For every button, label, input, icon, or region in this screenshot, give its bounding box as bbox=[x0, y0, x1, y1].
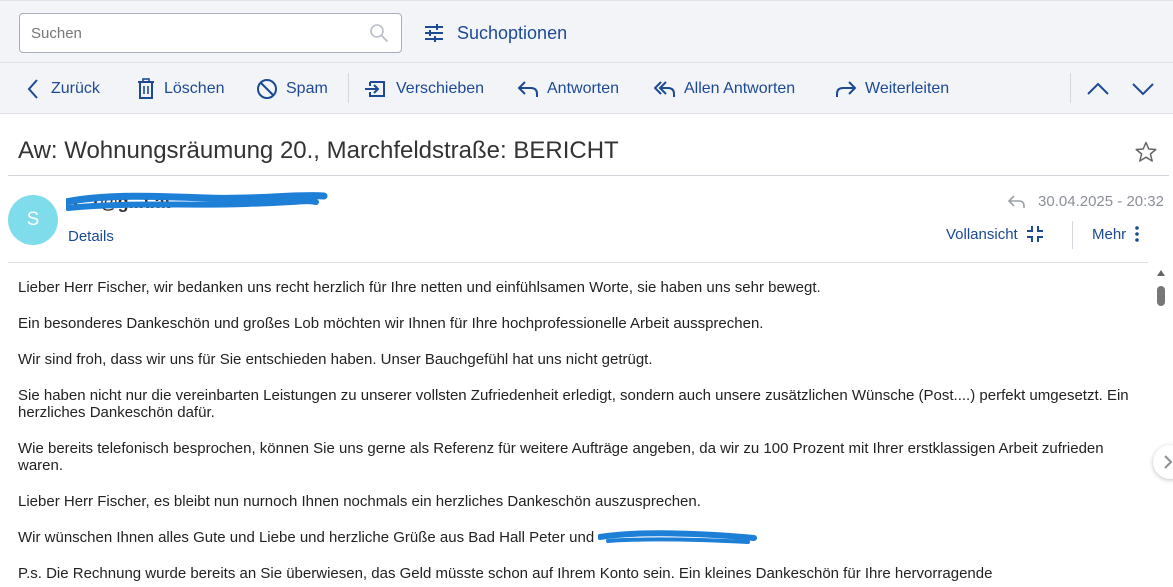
body-paragraph: P.s. Die Rechnung wurde bereits an Sie ü… bbox=[18, 565, 993, 582]
reply-all-icon bbox=[654, 81, 675, 97]
more-button[interactable]: Mehr bbox=[1092, 225, 1140, 243]
move-to-folder-icon bbox=[365, 81, 385, 97]
sender-address[interactable]: s...r@g...t.at bbox=[66, 192, 328, 213]
chevron-right-icon bbox=[1164, 455, 1173, 469]
body-paragraph: Ein besonderes Dankeschön und großes Lob… bbox=[18, 315, 764, 332]
chevron-down-icon bbox=[1132, 83, 1154, 96]
reply-button[interactable]: Antworten bbox=[517, 77, 619, 101]
next-message-button[interactable] bbox=[1130, 76, 1156, 102]
back-button[interactable]: Zurück bbox=[25, 77, 100, 101]
details-link[interactable]: Details bbox=[68, 228, 114, 245]
reply-label: Antworten bbox=[547, 80, 620, 97]
kebab-menu-icon bbox=[1135, 226, 1139, 242]
move-label: Verschieben bbox=[396, 80, 485, 97]
search-box[interactable] bbox=[19, 13, 402, 53]
replied-icon bbox=[1008, 194, 1025, 208]
chevron-up-icon bbox=[1087, 82, 1109, 95]
message-body: Lieber Herr Fischer, wir bedanken uns re… bbox=[18, 279, 1143, 587]
chevron-left-icon bbox=[27, 79, 38, 99]
forward-button[interactable]: Weiterleiten bbox=[835, 77, 949, 101]
redaction-mark bbox=[598, 530, 758, 544]
signature-text: Wir wünschen Ihnen alles Gute und Liebe … bbox=[18, 529, 595, 546]
spam-label: Spam bbox=[286, 80, 328, 97]
scroll-up-arrow[interactable] bbox=[1157, 270, 1165, 276]
reply-all-label: Allen Antworten bbox=[684, 80, 796, 97]
forward-icon bbox=[836, 81, 857, 97]
redaction-mark bbox=[66, 192, 328, 211]
date-text: 30.04.2025 - 20:32 bbox=[1038, 193, 1164, 210]
vertical-scrollbar[interactable] bbox=[1153, 266, 1169, 587]
sliders-icon bbox=[425, 24, 443, 42]
move-button[interactable]: Verschieben bbox=[364, 77, 484, 101]
redacted-name bbox=[598, 530, 758, 544]
block-icon bbox=[257, 79, 277, 99]
delete-button[interactable]: Löschen bbox=[136, 77, 225, 101]
delete-label: Löschen bbox=[164, 80, 225, 97]
forward-label: Weiterleiten bbox=[865, 80, 950, 97]
body-paragraph: Wir sind froh, dass wir uns für Sie ents… bbox=[18, 351, 653, 368]
previous-message-button[interactable] bbox=[1085, 76, 1111, 102]
header-divider bbox=[1072, 221, 1073, 249]
search-options-button[interactable]: Suchoptionen bbox=[423, 21, 567, 45]
body-paragraph: Lieber Herr Fischer, wir bedanken uns re… bbox=[18, 279, 821, 296]
toolbar-divider bbox=[348, 73, 349, 103]
toolbar-divider bbox=[1070, 73, 1071, 103]
spam-button[interactable]: Spam bbox=[256, 77, 328, 101]
body-paragraph-signature: Wir wünschen Ihnen alles Gute und Liebe … bbox=[18, 529, 1143, 546]
trash-icon bbox=[138, 78, 154, 99]
search-options-label: Suchoptionen bbox=[457, 22, 568, 43]
message-toolbar: Zurück Löschen Spam Verschieben Antworte… bbox=[0, 63, 1173, 114]
subject-divider bbox=[8, 175, 1169, 176]
reply-all-button[interactable]: Allen Antworten bbox=[654, 77, 795, 101]
more-label: Mehr bbox=[1092, 225, 1127, 243]
fullview-button[interactable]: Vollansicht bbox=[946, 225, 1044, 243]
search-bar: Suchoptionen bbox=[0, 0, 1173, 63]
body-paragraph: Wie bereits telefonisch besprochen, könn… bbox=[18, 440, 1104, 474]
search-icon[interactable] bbox=[369, 23, 389, 48]
message-date: 30.04.2025 - 20:32 bbox=[1008, 193, 1164, 210]
search-input[interactable] bbox=[31, 23, 351, 43]
collapse-icon bbox=[1026, 226, 1043, 242]
body-paragraph: Sie haben nicht nur die vereinbarten Lei… bbox=[18, 387, 1129, 421]
scroll-thumb[interactable] bbox=[1157, 286, 1165, 306]
back-label: Zurück bbox=[51, 80, 100, 97]
reply-icon bbox=[517, 81, 538, 97]
message-subject: Aw: Wohnungsräumung 20., Marchfeldstraße… bbox=[18, 137, 619, 164]
star-icon[interactable] bbox=[1135, 141, 1157, 168]
avatar: S bbox=[8, 195, 58, 245]
header-divider-line bbox=[8, 262, 1148, 263]
body-paragraph: Lieber Herr Fischer, es bleibt nun nurno… bbox=[18, 493, 701, 510]
fullview-label: Vollansicht bbox=[946, 225, 1018, 243]
